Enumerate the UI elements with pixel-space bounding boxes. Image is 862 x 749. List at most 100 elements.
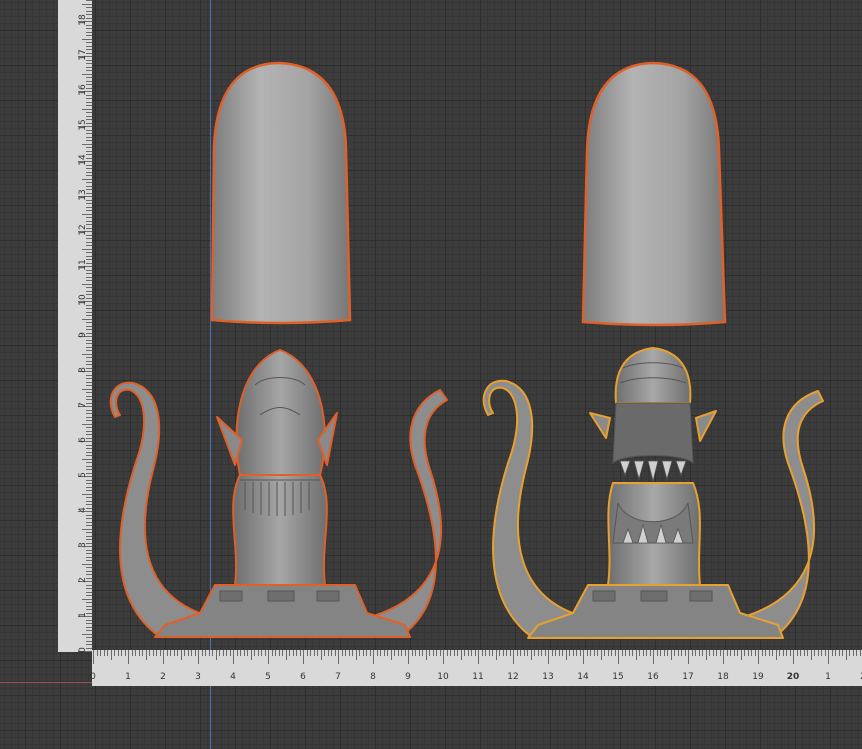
horizontal-ruler-tick: [481, 650, 483, 656]
horizontal-ruler-label: 8: [370, 672, 376, 682]
vertical-ruler-tick: [82, 633, 92, 635]
vertical-ruler-tick: [86, 360, 92, 362]
horizontal-ruler-tick: [411, 650, 413, 656]
horizontal-ruler-tick: [303, 650, 304, 664]
vertical-ruler-tick: [86, 35, 92, 36]
horizontal-ruler-tick: [621, 650, 623, 656]
horizontal-ruler-tick: [681, 650, 682, 656]
horizontal-ruler-tick: [635, 650, 637, 660]
horizontal-ruler-tick: [345, 650, 346, 656]
horizontal-ruler-tick: [562, 650, 563, 656]
horizontal-ruler-tick: [702, 650, 703, 656]
horizontal-ruler-tick: [803, 650, 805, 656]
horizontal-ruler-label: 7: [335, 672, 341, 682]
horizontal-ruler-tick: [793, 650, 794, 664]
horizontal-ruler-tick: [439, 650, 441, 656]
left-figure-model[interactable]: [105, 345, 455, 645]
right-cap-model[interactable]: [575, 58, 735, 333]
vertical-ruler-label: 9: [78, 332, 88, 338]
horizontal-ruler-tick: [299, 650, 301, 656]
vertical-ruler-tick: [82, 318, 92, 320]
horizontal-ruler-tick: [366, 650, 367, 656]
horizontal-ruler-tick: [569, 650, 570, 656]
vertical-ruler-label: 1: [78, 612, 88, 618]
horizontal-ruler-tick: [520, 650, 521, 656]
vertical-ruler-tick: [86, 427, 92, 428]
vertical-ruler-tick: [82, 73, 92, 75]
horizontal-ruler-tick: [747, 650, 749, 656]
horizontal-ruler-label: 2: [160, 672, 166, 682]
vertical-ruler-tick: [86, 31, 92, 33]
vertical-ruler-tick: [86, 357, 92, 358]
horizontal-ruler-tick: [138, 650, 140, 656]
vertical-ruler-tick: [86, 140, 92, 141]
vertical-ruler-tick: [86, 462, 92, 463]
vertical-ruler-tick: [86, 490, 92, 491]
vertical-ruler-tick: [86, 637, 92, 638]
horizontal-ruler-tick: [355, 650, 357, 660]
horizontal-ruler-tick: [537, 650, 539, 656]
left-cap-model[interactable]: [200, 58, 360, 328]
horizontal-ruler-tick: [782, 650, 784, 656]
vertical-ruler-label: 3: [78, 542, 88, 548]
horizontal-ruler-tick: [425, 650, 427, 660]
vertical-ruler-tick: [86, 630, 92, 631]
3d-viewport[interactable]: 0 1 2 3 4 5 6 7 8 9 10 11 12 13 14 15 16 17 18 01234567891…: [0, 0, 862, 749]
horizontal-ruler-tick: [618, 650, 619, 664]
vertical-ruler-tick: [86, 451, 92, 453]
horizontal-ruler-tick: [593, 650, 595, 656]
vertical-ruler-tick: [86, 416, 92, 418]
horizontal-ruler-tick: [464, 650, 465, 656]
horizontal-ruler-tick: [222, 650, 224, 656]
horizontal-ruler-tick: [810, 650, 812, 660]
vertical-ruler-tick: [86, 308, 92, 309]
right-figure-model[interactable]: [478, 343, 828, 646]
horizontal-ruler-tick: [824, 650, 826, 656]
vertical-ruler-tick: [86, 497, 92, 498]
horizontal-ruler-tick: [712, 650, 714, 656]
horizontal-ruler-label: 20: [786, 672, 800, 682]
vertical-ruler-tick: [86, 70, 92, 71]
vertical-ruler-label: 2: [78, 577, 88, 583]
horizontal-ruler-tick: [131, 650, 133, 656]
horizontal-ruler-label: 12: [507, 672, 519, 682]
horizontal-ruler-tick: [516, 650, 518, 656]
horizontal-ruler-tick: [432, 650, 434, 656]
vertical-ruler-tick: [86, 255, 92, 257]
vertical-ruler-tick: [86, 220, 92, 222]
vertical-ruler-label: 4: [78, 507, 88, 513]
vertical-ruler-tick: [86, 570, 92, 572]
vertical-ruler-tick: [86, 381, 92, 383]
horizontal-ruler-tick: [474, 650, 476, 656]
horizontal-ruler-tick: [544, 650, 546, 656]
vertical-ruler-label: 14: [78, 154, 88, 166]
vertical-ruler-tick: [82, 493, 92, 495]
horizontal-ruler-tick: [247, 650, 248, 656]
vertical-ruler-tick: [86, 280, 92, 281]
horizontal-ruler-tick: [523, 650, 525, 656]
horizontal-ruler-tick: [572, 650, 574, 656]
horizontal-ruler-tick: [467, 650, 469, 656]
horizontal-ruler-tick: [768, 650, 770, 656]
vertical-ruler-tick: [82, 3, 92, 5]
vertical-ruler-tick: [86, 346, 92, 348]
horizontal-ruler-tick: [453, 650, 455, 656]
vertical-ruler-tick: [86, 66, 92, 68]
horizontal-ruler-tick: [163, 650, 164, 664]
horizontal-ruler-tick: [779, 650, 780, 656]
horizontal-ruler-tick: [376, 650, 378, 656]
horizontal-ruler-tick: [733, 650, 735, 656]
vertical-ruler-tick: [86, 448, 92, 449]
horizontal-ruler-tick: [187, 650, 189, 656]
horizontal-ruler-tick: [495, 650, 497, 660]
horizontal-ruler-tick: [310, 650, 311, 656]
horizontal-ruler-tick: [184, 650, 185, 656]
horizontal-ruler-tick: [796, 650, 798, 656]
horizontal-ruler-tick: [555, 650, 556, 656]
horizontal-ruler-tick: [212, 650, 213, 656]
vertical-ruler-tick: [86, 588, 92, 589]
horizontal-ruler-label: 2: [856, 672, 862, 682]
vertical-ruler-tick: [86, 567, 92, 568]
vertical-ruler-tick: [86, 518, 92, 519]
vertical-ruler: 0 1 2 3 4 5 6 7 8 9 10 11 12 13 14 15 16 17 18: [58, 0, 92, 653]
